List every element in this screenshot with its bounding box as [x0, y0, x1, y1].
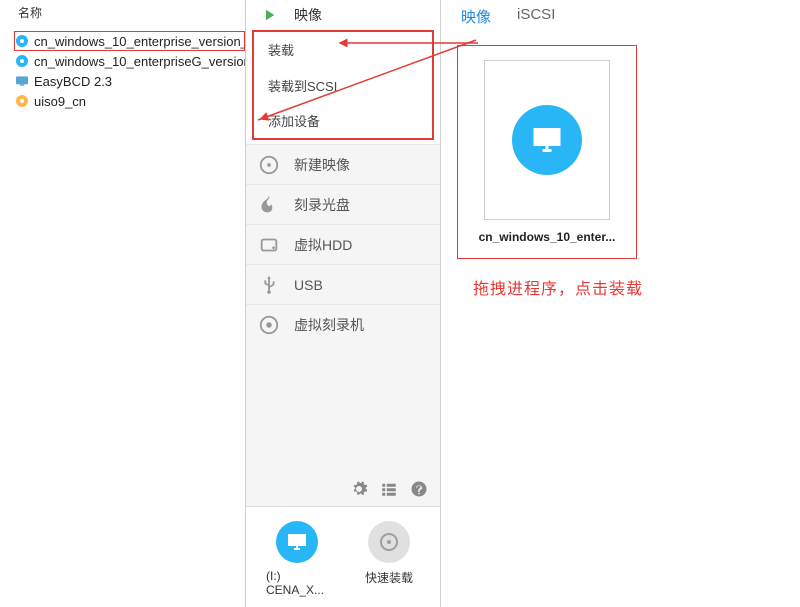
- vburn-icon: [258, 314, 280, 336]
- list-icon[interactable]: [380, 480, 398, 498]
- file-list: cn_windows_10_enterprise_version_1cn_win…: [0, 25, 245, 111]
- drive-item[interactable]: (I:) CENA_X...: [266, 521, 328, 597]
- tabs: 映像 iSCSI: [441, 0, 800, 33]
- file-row[interactable]: uiso9_cn: [14, 91, 245, 111]
- burn-icon: [258, 194, 280, 216]
- file-row[interactable]: cn_windows_10_enterprise_version_1: [14, 31, 245, 51]
- category-label: 新建映像: [294, 155, 350, 175]
- tab[interactable]: 映像: [461, 6, 491, 27]
- monitor-icon: [512, 105, 582, 175]
- file-name: uiso9_cn: [34, 94, 86, 109]
- content-pane: 映像 iSCSI cn_windows_10_enter... 拖拽进程序，点击装…: [441, 0, 800, 607]
- hdd-icon: [258, 234, 280, 256]
- disc-icon: [14, 53, 30, 69]
- category-row[interactable]: 虚拟HDD: [246, 224, 440, 264]
- drive-label: (I:) CENA_X...: [266, 569, 328, 597]
- drive-icon: [368, 521, 410, 563]
- disc-icon: [14, 33, 30, 49]
- category-row[interactable]: 虚拟刻录机: [246, 304, 440, 344]
- category-label: 虚拟刻录机: [294, 315, 364, 335]
- submenu-item[interactable]: 添加设备: [254, 103, 432, 138]
- file-name: cn_windows_10_enterprise_version_1: [34, 34, 255, 49]
- file-name: EasyBCD 2.3: [34, 74, 112, 89]
- disc-o-icon: [258, 154, 280, 176]
- tab[interactable]: iSCSI: [517, 6, 555, 27]
- file-name: cn_windows_10_enterpriseG_version_: [34, 54, 258, 69]
- category-image-label: 映像: [294, 5, 322, 25]
- gear-icon[interactable]: [350, 480, 368, 498]
- category-label: 虚拟HDD: [294, 235, 352, 255]
- drive-item[interactable]: 快速装载: [358, 521, 420, 586]
- category-label: USB: [294, 277, 323, 293]
- file-explorer-pane: 名称 cn_windows_10_enterprise_version_1cn_…: [0, 0, 245, 607]
- help-icon[interactable]: [410, 480, 428, 498]
- image-drop-zone[interactable]: cn_windows_10_enter...: [457, 45, 637, 259]
- play-icon: [258, 4, 280, 26]
- file-row[interactable]: cn_windows_10_enterpriseG_version_: [14, 51, 245, 71]
- category-label: 刻录光盘: [294, 195, 350, 215]
- category-row[interactable]: 刻录光盘: [246, 184, 440, 224]
- file-row[interactable]: EasyBCD 2.3: [14, 71, 245, 91]
- sidebar-categories: 映像 装载装载到SCSI添加设备 新建映像刻录光盘虚拟HDD USB 虚拟刻录机 (…: [245, 0, 441, 607]
- category-image[interactable]: 映像: [246, 0, 440, 30]
- column-header-name[interactable]: 名称: [0, 0, 245, 25]
- submenu-item[interactable]: 装载到SCSI: [254, 68, 432, 103]
- usb-icon: [258, 274, 280, 296]
- instruction-text: 拖拽进程序，点击装载: [473, 275, 800, 299]
- submenu-mount: 装载装载到SCSI添加设备: [252, 30, 434, 140]
- category-row[interactable]: 新建映像: [246, 144, 440, 184]
- sidebar-tools: [246, 472, 440, 507]
- submenu-item[interactable]: 装载: [254, 32, 432, 68]
- app2-icon: [14, 93, 30, 109]
- drive-icon: [276, 521, 318, 563]
- image-thumbnail[interactable]: [484, 60, 610, 220]
- thumbnail-label: cn_windows_10_enter...: [472, 230, 622, 244]
- category-row[interactable]: USB: [246, 264, 440, 304]
- drive-label: 快速装载: [365, 569, 413, 586]
- app-icon: [14, 73, 30, 89]
- mounted-drives: (I:) CENA_X... 快速装载: [246, 507, 440, 607]
